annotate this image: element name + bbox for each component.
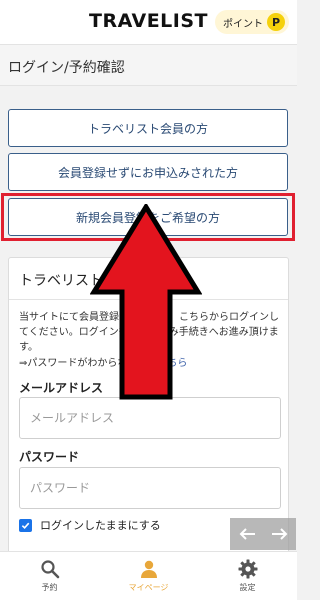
password-label: パスワード: [19, 450, 80, 464]
search-icon: [40, 560, 59, 579]
member-login-button[interactable]: トラベリスト会員の方: [8, 109, 288, 147]
remember-me-label: ログインしたままにする: [40, 519, 161, 532]
bottom-navigation: 予約 マイページ 設定: [0, 551, 297, 600]
page-title: ログイン/予約確認: [0, 44, 297, 86]
nav-item-settings[interactable]: 設定: [198, 552, 297, 600]
arrow-right-icon[interactable]: [271, 528, 289, 540]
nav-label-settings: 設定: [239, 583, 256, 592]
arrow-left-icon[interactable]: [238, 528, 256, 540]
guest-booking-button[interactable]: 会員登録せずにお申込みされた方: [8, 153, 288, 191]
nav-item-mypage[interactable]: マイページ: [99, 552, 198, 600]
remember-me-row[interactable]: ログインしたままにする: [19, 517, 161, 533]
nav-item-reserve[interactable]: 予約: [0, 552, 99, 600]
points-label: ポイント: [223, 18, 263, 30]
page-nav-overlay: [230, 518, 296, 550]
email-field[interactable]: [19, 397, 281, 439]
password-field[interactable]: [19, 467, 281, 509]
nav-label-reserve: 予約: [41, 583, 58, 592]
check-icon: [21, 522, 30, 529]
gear-icon: [238, 559, 257, 579]
app-header: TRAVELIST ポイント P: [0, 0, 297, 44]
red-up-arrow-icon: [90, 204, 202, 400]
points-button[interactable]: ポイント P: [215, 10, 289, 34]
user-icon: [140, 560, 157, 578]
remember-me-checkbox[interactable]: [19, 518, 32, 532]
point-coin-icon: P: [267, 13, 285, 31]
nav-label-mypage: マイページ: [128, 583, 169, 592]
